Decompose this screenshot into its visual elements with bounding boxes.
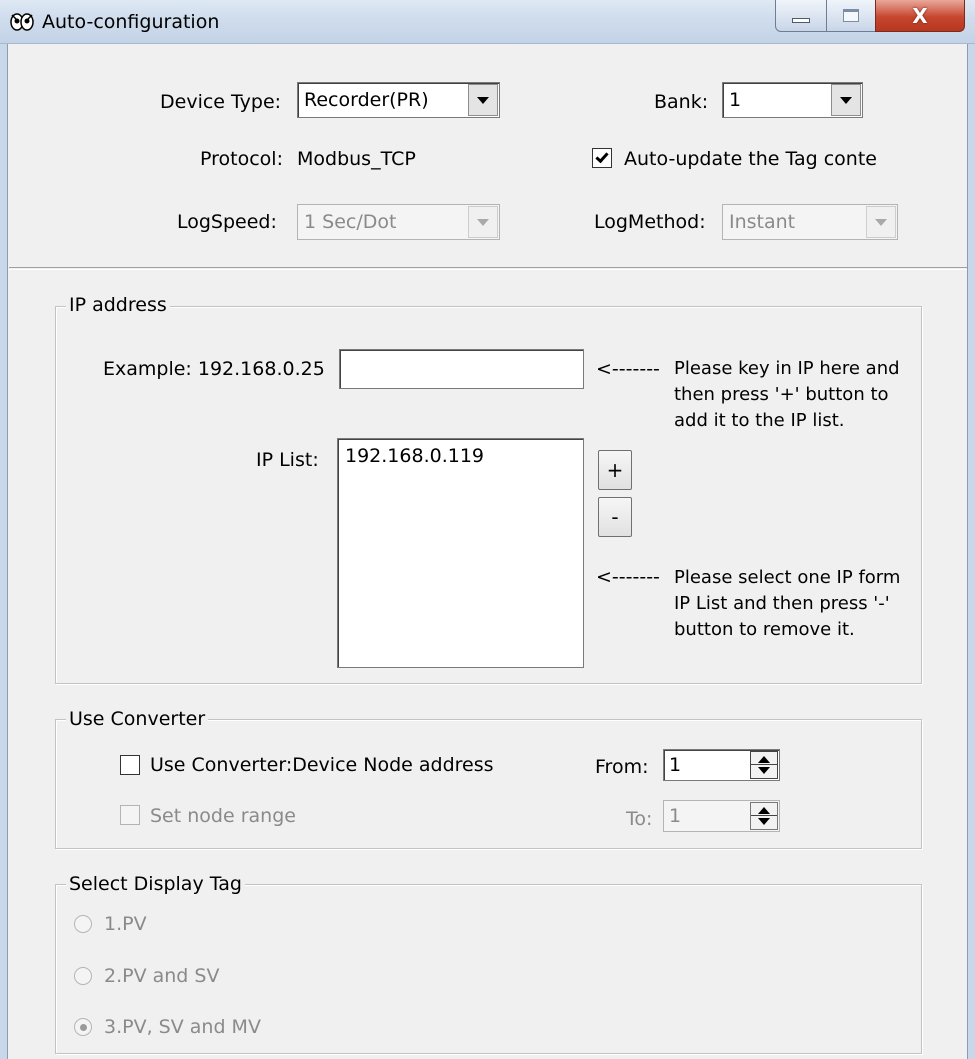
device-type-select[interactable]: Recorder(PR) bbox=[297, 82, 500, 118]
radio-selected-dot bbox=[79, 1023, 87, 1031]
chevron-down-icon[interactable] bbox=[866, 206, 896, 238]
ip-input[interactable] bbox=[339, 349, 584, 389]
ip-list-note-line2: IP List and then press '-' bbox=[674, 593, 890, 614]
set-node-range-checkbox[interactable] bbox=[120, 805, 140, 825]
minimize-icon bbox=[792, 18, 810, 23]
minimize-button[interactable] bbox=[775, 0, 827, 32]
ip-list-note-line1: Please select one IP form bbox=[674, 567, 901, 588]
use-converter-checkbox[interactable] bbox=[120, 755, 140, 775]
ip-input-note-line1: Please key in IP here and bbox=[674, 358, 900, 379]
to-label: To: bbox=[626, 808, 653, 830]
radio-option-pv-sv-mv[interactable] bbox=[74, 1018, 92, 1036]
bank-label: Bank: bbox=[654, 91, 709, 113]
select-display-tag-group-title: Select Display Tag bbox=[66, 873, 245, 895]
window-title: Auto-configuration bbox=[42, 11, 220, 33]
radio-option-pv[interactable] bbox=[74, 915, 92, 933]
from-label: From: bbox=[595, 756, 649, 778]
auto-update-label[interactable]: Auto-update the Tag conte bbox=[624, 148, 876, 170]
ip-input-note-line3: add it to the IP list. bbox=[674, 410, 845, 431]
device-type-label: Device Type: bbox=[160, 91, 282, 113]
radio-label-pv-sv[interactable]: 2.PV and SV bbox=[104, 965, 219, 987]
to-value: 1 bbox=[669, 805, 682, 827]
app-icon bbox=[10, 11, 34, 33]
window-frame-right bbox=[967, 44, 975, 1059]
log-speed-value: 1 Sec/Dot bbox=[304, 211, 397, 233]
ip-listbox[interactable]: 192.168.0.119 bbox=[337, 438, 584, 668]
bank-select[interactable]: 1 bbox=[722, 82, 863, 118]
chevron-down-icon[interactable] bbox=[468, 206, 498, 238]
log-method-select[interactable]: Instant bbox=[722, 204, 898, 240]
bank-value: 1 bbox=[729, 89, 742, 111]
protocol-label: Protocol: bbox=[200, 148, 283, 170]
maximize-icon bbox=[843, 9, 859, 22]
plus-icon: + bbox=[606, 458, 624, 482]
ip-input-arrow: <------- bbox=[596, 358, 660, 380]
ip-list-arrow: <------- bbox=[596, 566, 660, 588]
list-item[interactable]: 192.168.0.119 bbox=[345, 445, 484, 467]
ip-list-label: IP List: bbox=[256, 449, 319, 471]
auto-update-checkbox[interactable] bbox=[592, 148, 612, 168]
protocol-value: Modbus_TCP bbox=[297, 148, 416, 170]
minus-icon: - bbox=[611, 505, 619, 529]
close-button[interactable]: X bbox=[875, 0, 965, 32]
chevron-down-icon[interactable] bbox=[831, 84, 861, 116]
panel-separator bbox=[9, 269, 967, 270]
title-bar: Auto-configuration X bbox=[0, 0, 975, 44]
maximize-button[interactable] bbox=[826, 0, 876, 32]
radio-label-pv-sv-mv[interactable]: 3.PV, SV and MV bbox=[104, 1016, 261, 1038]
checkmark-icon bbox=[595, 149, 609, 164]
log-speed-select[interactable]: 1 Sec/Dot bbox=[297, 204, 500, 240]
ip-address-group-title: IP address bbox=[66, 294, 170, 316]
use-converter-group bbox=[55, 719, 922, 849]
remove-ip-button[interactable]: - bbox=[598, 497, 632, 537]
spinner-arrows-icon[interactable] bbox=[750, 751, 778, 779]
to-spinner[interactable]: 1 bbox=[663, 800, 780, 832]
radio-label-pv[interactable]: 1.PV bbox=[104, 913, 147, 935]
log-method-label: LogMethod: bbox=[594, 211, 706, 233]
from-spinner[interactable]: 1 bbox=[663, 749, 780, 781]
radio-option-pv-sv[interactable] bbox=[74, 967, 92, 985]
chevron-down-icon[interactable] bbox=[468, 84, 498, 116]
log-method-value: Instant bbox=[729, 211, 796, 233]
ip-input-note-line2: then press '+' button to bbox=[674, 384, 889, 405]
ip-example-label: Example: 192.168.0.25 bbox=[103, 358, 325, 380]
device-type-value: Recorder(PR) bbox=[304, 89, 429, 111]
add-ip-button[interactable]: + bbox=[598, 450, 632, 490]
ip-list-note-line3: button to remove it. bbox=[674, 619, 855, 640]
use-converter-group-title: Use Converter bbox=[66, 708, 209, 730]
from-value: 1 bbox=[669, 754, 682, 776]
spinner-arrows-icon[interactable] bbox=[750, 802, 778, 830]
use-converter-label[interactable]: Use Converter:Device Node address bbox=[150, 754, 494, 776]
log-speed-label: LogSpeed: bbox=[177, 211, 277, 233]
window-frame-left bbox=[0, 44, 8, 1059]
close-icon: X bbox=[912, 3, 928, 28]
set-node-range-label[interactable]: Set node range bbox=[150, 805, 296, 827]
